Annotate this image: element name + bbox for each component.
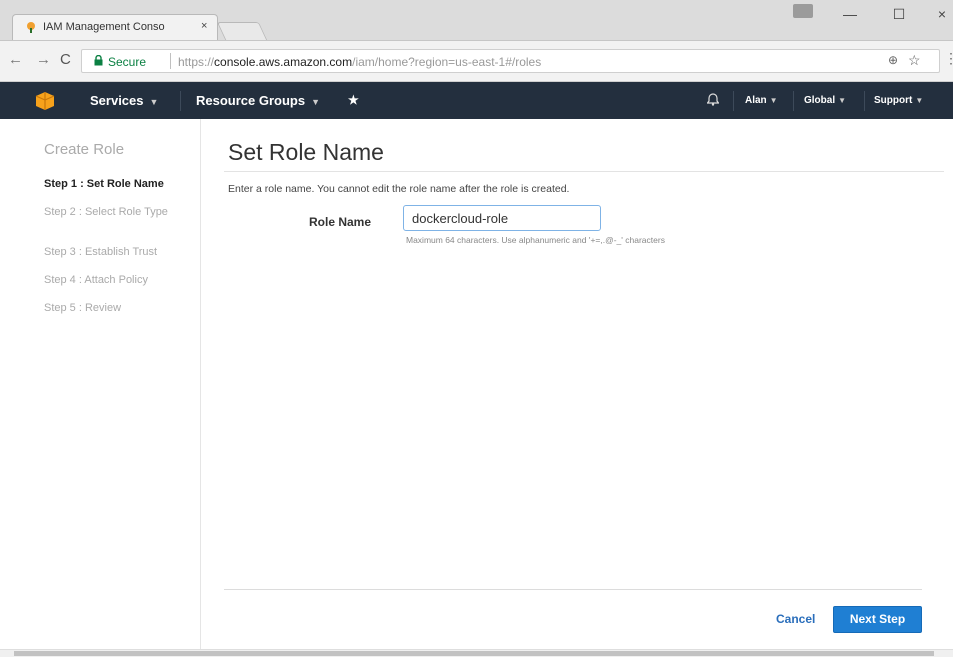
step-establish-trust: Step 3 : Establish Trust: [44, 246, 158, 258]
url-path: /iam/home?region=us-east-1#/roles: [352, 55, 542, 69]
window-maximize-button[interactable]: ☐: [889, 6, 909, 23]
support-label: Support: [874, 95, 913, 106]
support-menu[interactable]: Support ▼: [874, 95, 923, 106]
pin-icon[interactable]: ★: [348, 93, 359, 107]
forward-icon[interactable]: →: [36, 51, 51, 68]
region-label: Global: [804, 95, 836, 106]
back-icon[interactable]: ←: [8, 51, 23, 68]
chevron-down-icon: ▼: [915, 96, 924, 105]
services-menu[interactable]: Services ▼: [90, 93, 158, 108]
secure-label: Secure: [108, 55, 147, 69]
resource-groups-menu[interactable]: Resource Groups ▼: [196, 93, 320, 108]
role-name-input[interactable]: [403, 205, 601, 231]
url-text: https://console.aws.amazon.com/iam/home?…: [178, 55, 541, 69]
new-tab-button[interactable]: [216, 22, 268, 40]
scrollbar-thumb[interactable]: [14, 651, 934, 656]
sidebar-title: Create Role: [44, 141, 125, 158]
browser-tab[interactable]: IAM Management Conso ×: [12, 14, 218, 40]
zoom-icon[interactable]: ⊕: [888, 53, 898, 67]
chevron-down-icon: ▼: [149, 97, 159, 107]
omnibox-divider: [170, 53, 171, 69]
chevron-down-icon: ▼: [311, 97, 321, 107]
step-select-role-type: Step 2 : Select Role Type: [44, 206, 168, 218]
profile-icon[interactable]: [793, 4, 813, 18]
tab-title: IAM Management Conso: [43, 21, 165, 33]
page-title: Set Role Name: [228, 139, 384, 165]
title-divider: [224, 171, 944, 172]
star-icon[interactable]: ☆: [908, 52, 921, 69]
lock-icon: [94, 55, 103, 66]
reload-icon[interactable]: C: [60, 51, 71, 68]
browser-tab-strip: IAM Management Conso × — ☐ ×: [0, 0, 953, 41]
main-content: Set Role Name Enter a role name. You can…: [200, 119, 953, 649]
nav-divider: [793, 91, 794, 111]
region-menu[interactable]: Global ▼: [804, 95, 846, 106]
bell-icon[interactable]: [706, 93, 720, 109]
footer-divider: [224, 589, 922, 590]
user-menu[interactable]: Alan ▼: [745, 95, 778, 106]
url-host: console.aws.amazon.com: [214, 55, 353, 69]
url-prefix: https://: [178, 55, 215, 69]
step-attach-policy: Step 4 : Attach Policy: [44, 274, 148, 286]
address-bar[interactable]: Secure https://console.aws.amazon.com/ia…: [81, 49, 940, 73]
next-step-button[interactable]: Next Step: [833, 606, 922, 633]
window-close-button[interactable]: ×: [932, 6, 952, 22]
step-review: Step 5 : Review: [44, 302, 122, 314]
cancel-button[interactable]: Cancel: [776, 612, 815, 626]
step-set-role-name: Step 1 : Set Role Name: [44, 178, 164, 190]
role-name-label: Role Name: [309, 215, 372, 229]
tab-close-icon[interactable]: ×: [201, 20, 207, 32]
services-label: Services: [90, 93, 144, 108]
favicon-icon: [27, 22, 35, 33]
aws-logo-icon[interactable]: [34, 91, 56, 111]
user-label: Alan: [745, 95, 767, 106]
role-name-hint: Maximum 64 characters. Use alphanumeric …: [406, 235, 665, 245]
wizard-sidebar: Create Role Step 1 : Set Role Name Step …: [0, 119, 201, 649]
menu-icon[interactable]: ⋮: [944, 50, 953, 67]
chevron-down-icon: ▼: [838, 96, 847, 105]
intro-text: Enter a role name. You cannot edit the r…: [228, 183, 570, 195]
chevron-down-icon: ▼: [769, 96, 778, 105]
resource-groups-label: Resource Groups: [196, 93, 306, 108]
browser-toolbar: ← → C Secure https://console.aws.amazon.…: [0, 41, 953, 82]
window-minimize-button[interactable]: —: [840, 6, 860, 22]
aws-top-nav: Services ▼ Resource Groups ▼ ★ Alan ▼ Globa…: [0, 82, 953, 119]
nav-divider: [733, 91, 734, 111]
nav-divider: [864, 91, 865, 111]
nav-divider: [180, 91, 181, 111]
